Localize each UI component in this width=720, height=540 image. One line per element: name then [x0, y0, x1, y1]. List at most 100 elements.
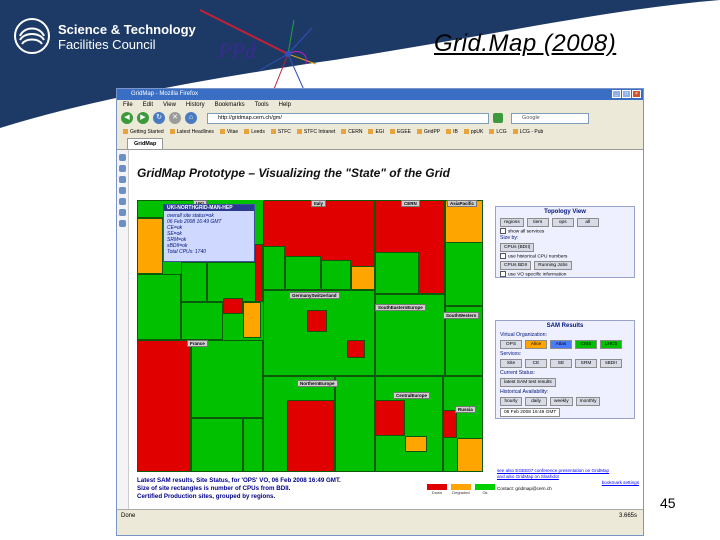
maximize-button[interactable]: □ [622, 90, 631, 98]
sidebar-tool-icon[interactable] [119, 154, 126, 161]
site-cell[interactable] [263, 290, 375, 376]
cpus-bdii-button[interactable]: CPUs BDII [500, 260, 532, 270]
site-cell[interactable] [321, 260, 351, 290]
go-button[interactable] [493, 113, 503, 123]
regions-button[interactable]: regions [500, 218, 524, 227]
hourly-button[interactable]: hourly [500, 397, 522, 406]
site-cell[interactable] [263, 246, 285, 290]
site-cell[interactable] [285, 256, 321, 290]
bookmark-item[interactable]: CERN [341, 129, 362, 135]
site-cell[interactable] [375, 252, 419, 294]
bookmark-item[interactable]: STFC [271, 129, 291, 135]
caption-line: Size of site rectangles is number of CPU… [137, 485, 291, 492]
sidebar-tool-icon[interactable] [119, 176, 126, 183]
site-cell[interactable] [223, 298, 243, 314]
all-button[interactable]: all [576, 218, 599, 227]
region-label: SouthWestern [443, 312, 480, 319]
site-cell[interactable] [137, 340, 191, 472]
site-cell[interactable] [137, 274, 181, 340]
historical-label: Historical Availability: [500, 389, 549, 395]
menu-help[interactable]: Help [279, 100, 291, 110]
bookmark-item[interactable]: Vitae [220, 129, 238, 135]
home-icon[interactable]: ⌂ [185, 112, 197, 124]
site-cell[interactable] [191, 418, 243, 472]
bookmark-item[interactable]: Leeds [244, 129, 265, 135]
ops-button[interactable]: ops [551, 218, 574, 227]
bookmark-item[interactable]: Getting Started [123, 129, 164, 135]
reload-icon[interactable]: ↻ [153, 112, 165, 124]
daily-button[interactable]: daily [525, 397, 547, 406]
sam-panel: SAM Results Virtual Organization: OPS Al… [495, 320, 635, 419]
site-tooltip: UKI-NORTHGRID-MAN-HEP overall site statu… [163, 204, 255, 262]
tiers-button[interactable]: tiers [526, 218, 549, 227]
vo-atlas-button[interactable]: Atlas [550, 340, 572, 349]
site-cell[interactable] [335, 376, 375, 472]
vo-ops-button[interactable]: OPS [500, 340, 522, 349]
vo-cms-button[interactable]: CMS [575, 340, 597, 349]
tab-gridmap[interactable]: GridMap [127, 138, 164, 149]
menu-edit[interactable]: Edit [143, 100, 153, 110]
tooltip-line: Total CPUs: 1740 [167, 249, 207, 255]
site-cell[interactable] [443, 410, 457, 438]
monthly-button[interactable]: monthly [575, 397, 601, 406]
sidebar-tool-icon[interactable] [119, 187, 126, 194]
stop-icon[interactable]: ✕ [169, 112, 181, 124]
site-cell[interactable] [445, 242, 483, 306]
site-cell[interactable] [181, 302, 223, 340]
grid-treemap[interactable]: UKI Italy CERN AsiaPacific GermanySwitze… [137, 200, 483, 472]
legend-item: Down [427, 484, 447, 495]
vo-lhcb-button[interactable]: LHCb [600, 340, 622, 349]
search-input[interactable]: Google [511, 112, 589, 124]
bookmark-item[interactable]: EGEE [390, 129, 411, 135]
service-sbdii-button[interactable]: sBDII [600, 359, 622, 368]
menu-view[interactable]: View [163, 100, 176, 110]
site-cell[interactable] [307, 310, 327, 332]
sidebar-tool-icon[interactable] [119, 165, 126, 172]
bookmark-item[interactable]: LCG - Pub [513, 129, 544, 135]
slide: Science & Technology Facilities Council … [0, 0, 720, 540]
site-cell[interactable] [207, 262, 257, 302]
minimize-button[interactable]: _ [612, 90, 621, 98]
latest-results-button[interactable]: latest SAM test results [500, 378, 556, 387]
site-cell[interactable] [181, 262, 207, 302]
site-cell[interactable] [243, 418, 263, 472]
sidebar-tool-icon[interactable] [119, 198, 126, 205]
bookmark-item[interactable]: LCG [489, 129, 506, 135]
back-arrow-icon[interactable]: ◀ [121, 112, 133, 124]
site-cell[interactable] [347, 340, 365, 358]
bookmark-item[interactable]: Latest Headlines [170, 129, 214, 135]
bookmark-item[interactable]: EGI [368, 129, 384, 135]
sidebar-tool-icon[interactable] [119, 220, 126, 227]
site-cell[interactable] [375, 400, 405, 436]
forward-arrow-icon[interactable]: ▶ [137, 112, 149, 124]
sidebar-tool-icon[interactable] [119, 209, 126, 216]
vo-alice-button[interactable]: Alice [525, 340, 547, 349]
running-jobs-button[interactable]: Running Jobs [534, 260, 572, 270]
date-select[interactable]: 06 Feb 2008 16:49 GMT [500, 408, 561, 417]
weekly-button[interactable]: weekly [550, 397, 573, 406]
site-cell[interactable] [405, 436, 427, 452]
service-srm-button[interactable]: SRM [575, 359, 597, 368]
site-cell[interactable] [137, 218, 163, 274]
site-cell[interactable] [457, 438, 483, 472]
cpus-button[interactable]: CPUs (BDII) [500, 243, 535, 253]
menu-bookmarks[interactable]: Bookmarks [215, 100, 245, 110]
site-cell[interactable] [287, 400, 335, 472]
site-cell[interactable] [351, 266, 375, 290]
bookmark-item[interactable]: STFC Intranet [297, 129, 335, 135]
menu-tools[interactable]: Tools [255, 100, 269, 110]
service-se-button[interactable]: SE [550, 359, 572, 368]
url-input[interactable]: http://gridmap.cern.ch/gm/ [207, 112, 489, 124]
service-ce-button[interactable]: CE [525, 359, 547, 368]
site-cell[interactable] [243, 302, 261, 338]
menu-file[interactable]: File [123, 100, 133, 110]
site-cell[interactable] [255, 244, 263, 302]
menu-history[interactable]: History [186, 100, 205, 110]
bookmark-item[interactable]: GridPP [417, 129, 440, 135]
bookmark-item[interactable]: ppUK [464, 129, 484, 135]
close-button[interactable]: × [632, 90, 641, 98]
vo-specific-checkbox[interactable]: use VO specific information [496, 271, 634, 277]
site-cell[interactable] [191, 340, 263, 418]
service-site-button[interactable]: Site [500, 359, 522, 368]
bookmark-item[interactable]: IB [446, 129, 458, 135]
